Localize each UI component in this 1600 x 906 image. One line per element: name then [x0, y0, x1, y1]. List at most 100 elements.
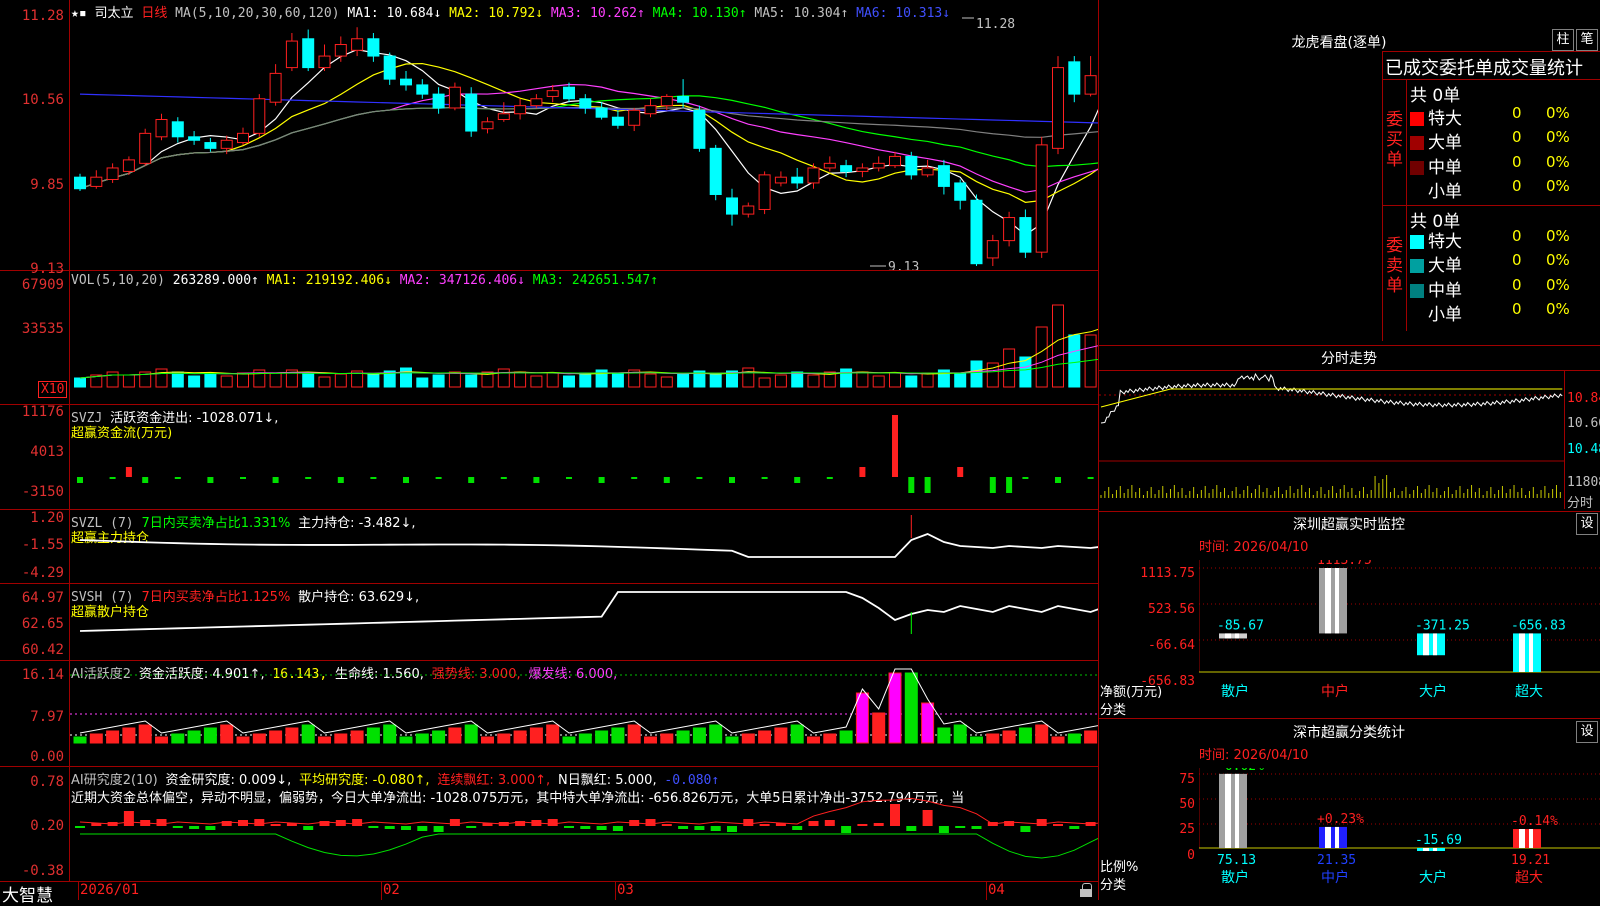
volume-bar: [302, 373, 315, 388]
svzj-bar: [125, 467, 132, 477]
ai2-bar: [612, 826, 623, 831]
svzj-bar: [696, 477, 703, 479]
classify-chart[interactable]: 75.13 -0.02% 散户 21.35 +0.23% 中户 -15.69 大户 19.21 -…: [1199, 768, 1600, 900]
ai1-bar: [839, 730, 853, 744]
volume-bar: [677, 373, 690, 388]
svzj-bar: [826, 477, 833, 479]
ai2-chart[interactable]: [70, 767, 1098, 881]
svzj-bar: [337, 477, 344, 483]
ai2-bar: [759, 824, 770, 826]
svsh-chart[interactable]: [70, 584, 1098, 660]
ai2-bar: [254, 819, 265, 826]
volume-bar: [334, 373, 347, 388]
candle-body: [628, 109, 641, 126]
fenshi-ylabel-1: 10.66: [1567, 416, 1600, 431]
svzj-bar: [305, 477, 312, 479]
ai2-bar: [906, 826, 917, 831]
svzl-chart[interactable]: [70, 510, 1098, 583]
bar-fill: [1513, 829, 1541, 848]
volume-bar: [579, 372, 592, 388]
bar-2: -371.25 大户: [1415, 618, 1470, 700]
svzl-pane[interactable]: SVZL (7) 7日内买卖净占比1.331% 主力持仓: -3.482↓, 超…: [0, 510, 1098, 584]
classify-time: 时间: 2026/04/10: [1199, 748, 1309, 763]
ai2-bar: [841, 826, 852, 833]
volume-bar: [758, 377, 771, 388]
ai1-bar: [334, 733, 348, 744]
volume-bar: [497, 368, 510, 388]
ai2-bar: [971, 826, 982, 829]
svzj-bar: [240, 477, 246, 479]
ai2-bar: [890, 804, 900, 826]
buy-color-swatch: [1410, 160, 1424, 175]
fenshi-price-line: [1100, 372, 1563, 424]
classify-axis-cat: 分类: [1100, 878, 1127, 893]
ai1-bar: [187, 730, 201, 744]
svzj-ylabel-1: 4013: [30, 444, 64, 460]
volume-chart[interactable]: [70, 271, 1098, 404]
bar-highlight: [1423, 633, 1429, 656]
svzj-pane[interactable]: SVZJ 活跃资金进出: -1028.071↓, 超赢资金流(万元) 11176…: [0, 404, 1098, 510]
ai1-bar: [1018, 727, 1032, 744]
monitor-chart[interactable]: -85.67 散户 1113.75 中户 -371.25 大户 -656.83 超大: [1199, 560, 1600, 716]
candle-body: [563, 86, 575, 100]
sell-color-swatch: [1410, 259, 1424, 274]
svsh-pane[interactable]: SVSH (7) 7日内买卖净占比1.125% 散户持仓: 63.629↓, 超…: [0, 584, 1098, 661]
candle-body: [285, 40, 298, 69]
ai2-bar: [922, 810, 933, 826]
ai2-bar: [824, 820, 835, 826]
volume-pane[interactable]: VOL(5,10,20) 263289.000↑ MA1: 219192.406…: [0, 271, 1098, 405]
ai1-bar: [741, 733, 755, 744]
ai1-bar: [562, 736, 576, 744]
ai1-bar: [986, 733, 1000, 744]
sell-row: 大单 0 0%: [1410, 251, 1600, 277]
ai2-pane[interactable]: AI研究度2(10) 资金研究度: 0.009↓, 平均研究度: -0.080↑…: [0, 767, 1098, 882]
svzj-ylabel-2: -3150: [21, 484, 64, 500]
ai1-bar: [937, 727, 951, 744]
candle-body: [530, 98, 543, 107]
ai1-ylabel-0: 16.14: [21, 667, 64, 683]
volume-bar: [416, 377, 429, 388]
ai1-bar: [1051, 736, 1065, 744]
x-axis: 大智慧 2026/01 02 03 04: [0, 881, 1098, 906]
ai1-bar: [692, 727, 706, 744]
ai1-line: [79, 668, 1098, 734]
candle-body: [465, 93, 478, 132]
volume-bar: [644, 373, 657, 388]
x-tick: [615, 881, 616, 900]
monitor-settings-button[interactable]: 设: [1576, 513, 1598, 535]
ai1-chart[interactable]: [70, 661, 1098, 766]
fenshi-axis-line: [1564, 371, 1565, 509]
ai1-ylabel-2: 0.00: [30, 749, 64, 765]
svzj-bar: [859, 467, 866, 477]
svzj-chart[interactable]: [70, 405, 1098, 509]
buy-name: 小单: [1428, 181, 1462, 202]
sell-count: 0: [1512, 275, 1522, 294]
bar-highlight: [1433, 633, 1437, 656]
svzj-bar: [174, 477, 181, 479]
sell-name: 大单: [1428, 256, 1462, 277]
sell-color-swatch: [1410, 308, 1424, 322]
ai1-bar: [432, 730, 446, 744]
ai2-bar: [75, 826, 85, 828]
fenshi-chart[interactable]: [1099, 371, 1564, 509]
bar-mode-button[interactable]: 柱: [1552, 29, 1574, 51]
stroke-mode-button[interactable]: 笔: [1576, 29, 1598, 51]
candle-body: [383, 55, 396, 80]
kline-pane[interactable]: ★▪ 司太立 日线 MA(5,10,20,30,60,120) MA1: 10.…: [0, 0, 1098, 277]
sell-label: 委卖单: [1386, 236, 1403, 296]
bar-category-label: 中户: [1321, 683, 1349, 700]
buy-row: 大单 0 0%: [1410, 128, 1600, 153]
volume-bar: [514, 371, 527, 388]
volume-bar: [921, 372, 934, 388]
classify-ylabel-1: 50: [1179, 797, 1195, 812]
candle-body: [823, 162, 836, 169]
sell-pct: 0%: [1546, 227, 1570, 245]
bar-highlight: [1519, 829, 1525, 848]
kline-chart[interactable]: 11.28 9.13: [70, 0, 1098, 270]
ai1-pane[interactable]: AI活跃度2 资金活跃度: 4.901↑, 16.143, 生命线: 1.560…: [0, 661, 1098, 767]
buy-row: 中单 0 0%: [1410, 153, 1600, 178]
classify-settings-button[interactable]: 设: [1576, 721, 1598, 743]
ai1-bar: [106, 730, 120, 744]
candle-body: [351, 38, 364, 51]
fenshi-ylabel-2: 10.48: [1567, 442, 1600, 457]
